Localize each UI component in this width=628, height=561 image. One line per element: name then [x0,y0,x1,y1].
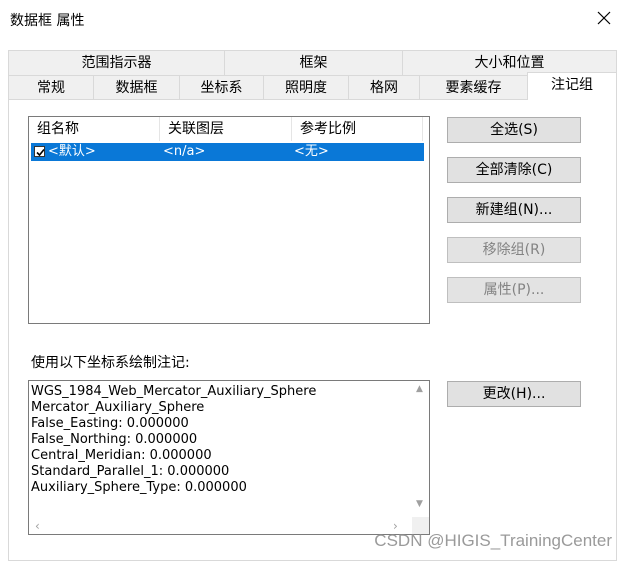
scroll-up-icon[interactable]: ▲ [416,384,423,394]
tab-annotation-groups[interactable]: 注记组 [527,72,617,100]
group-name-cell: <默认> [48,144,96,159]
column-header-group-name[interactable]: 组名称 [29,117,160,141]
tab-feature-cache[interactable]: 要素缓存 [419,75,528,100]
tab-data-frame[interactable]: 数据框 [93,75,180,100]
scroll-down-icon[interactable]: ▼ [416,499,423,509]
checkmark-icon [36,148,45,157]
select-all-button[interactable]: 全选(S) [447,117,581,143]
watermark-text: CSDN @HIGIS_TrainingCenter [374,531,612,550]
list-header: 组名称 关联图层 参考比例 [29,117,429,141]
scroll-left-icon[interactable]: ‹ [35,519,40,533]
reference-scale-cell: <无> [294,144,329,159]
coordinate-line: Auxiliary_Sphere_Type: 0.000000 [31,480,247,495]
horizontal-scrollbar[interactable]: ‹ › [29,517,412,534]
title-bar: 数据框 属性 [0,0,628,38]
list-item[interactable]: <默认> <n/a> <无> [31,143,424,161]
coordinate-line: False_Easting: 0.000000 [31,416,189,431]
coordinate-line: Mercator_Auxiliary_Sphere [31,400,205,415]
tab-row-bottom: 常规 数据框 坐标系 照明度 格网 要素缓存 注记组 [8,72,617,100]
associated-layer-cell: <n/a> [163,144,206,159]
close-icon[interactable] [594,8,614,28]
coordinate-system-text: WGS_1984_Web_Mercator_Auxiliary_Sphere M… [31,384,316,496]
coordinate-line: False_Northing: 0.000000 [31,432,198,447]
column-header-associated-layer[interactable]: 关联图层 [160,117,292,141]
tab-extent-indicators[interactable]: 范围指示器 [8,50,225,75]
tab-grids[interactable]: 格网 [348,75,420,100]
tab-coordinate-system[interactable]: 坐标系 [179,75,264,100]
tab-row-top: 范围指示器 框架 大小和位置 [8,50,617,75]
group-visible-checkbox[interactable] [34,146,45,157]
remove-group-button[interactable]: 移除组(R) [447,237,581,263]
vertical-scrollbar[interactable]: ▲ ▼ [412,381,429,516]
column-header-reference-scale[interactable]: 参考比例 [292,117,423,141]
tab-illumination[interactable]: 照明度 [263,75,349,100]
annotation-groups-list[interactable]: 组名称 关联图层 参考比例 <默认> <n/a> <无> [28,116,430,324]
coordinate-line: Central_Meridian: 0.000000 [31,448,212,463]
change-button[interactable]: 更改(H)... [447,381,581,407]
coordinate-system-textbox[interactable]: WGS_1984_Web_Mercator_Auxiliary_Sphere M… [28,380,430,535]
clear-all-button[interactable]: 全部清除(C) [447,157,581,183]
tab-general[interactable]: 常规 [8,75,94,100]
new-group-button[interactable]: 新建组(N)... [447,197,581,223]
coordinate-system-label: 使用以下坐标系绘制注记: [31,355,190,371]
window-title: 数据框 属性 [10,13,85,29]
tab-frame[interactable]: 框架 [224,50,403,75]
coordinate-line: Standard_Parallel_1: 0.000000 [31,464,230,479]
group-properties-button[interactable]: 属性(P)... [447,277,581,303]
coordinate-line: WGS_1984_Web_Mercator_Auxiliary_Sphere [31,384,317,399]
